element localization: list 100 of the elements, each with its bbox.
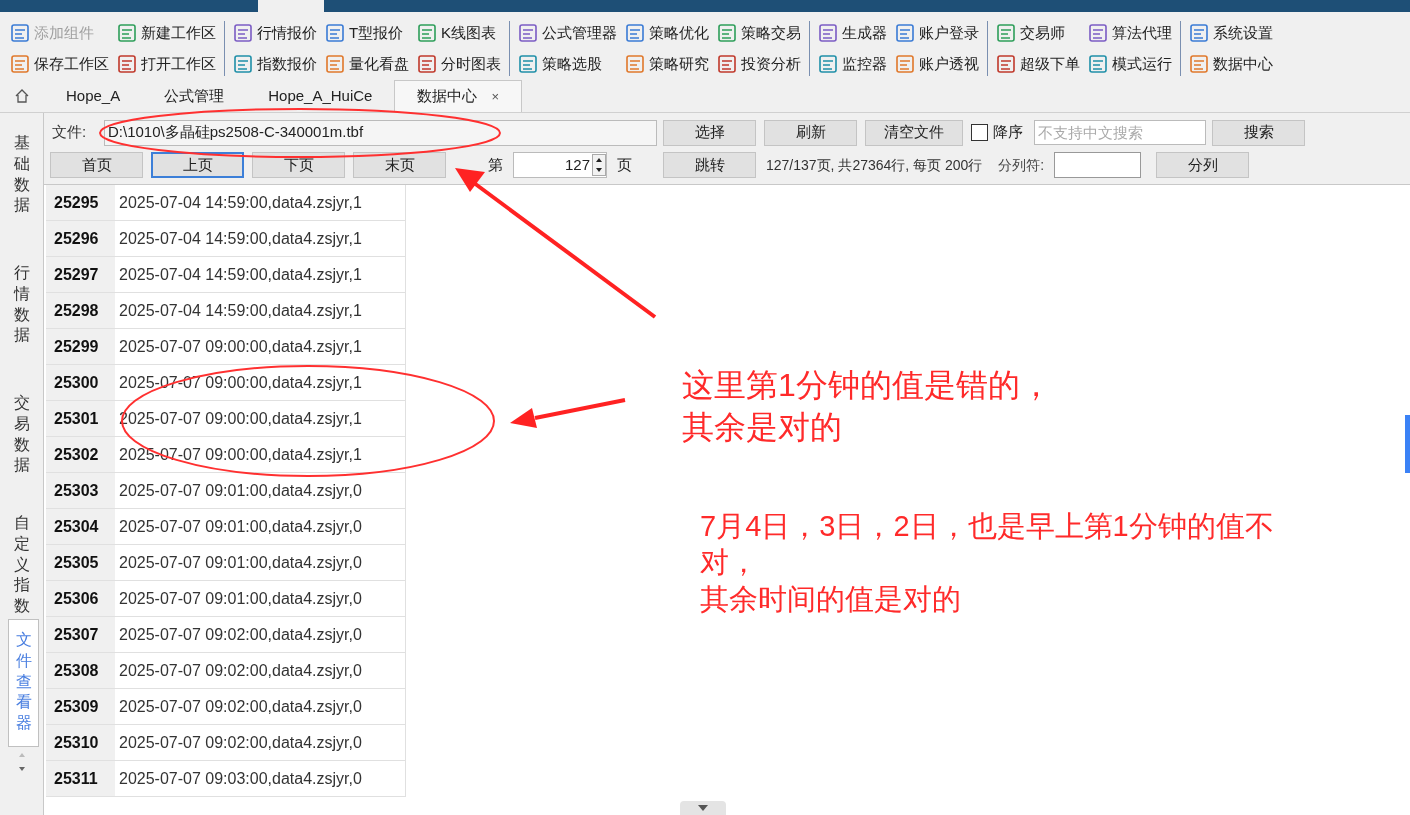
jump-button[interactable]: 跳转 [663, 152, 756, 178]
toolbar-button[interactable]: 系统设置 [1189, 21, 1273, 45]
toolbar-button[interactable]: 交易师 [996, 21, 1080, 45]
table-cell: 2025-07-07 09:02:00,data4.zsjyr,0 [115, 689, 406, 725]
tile-icon [233, 23, 253, 43]
table-cell: 2025-07-07 09:02:00,data4.zsjyr,0 [115, 617, 406, 653]
checkbox[interactable] [971, 124, 988, 141]
tile-icon [717, 23, 737, 43]
toolbar-button[interactable]: 超级下单 [996, 52, 1080, 76]
row-number: 25308 [46, 653, 115, 689]
toolbar-button[interactable]: 清空文件 [865, 119, 963, 146]
table-cell: 2025-07-07 09:01:00,data4.zsjyr,0 [115, 473, 406, 509]
side-tab[interactable]: 交易数据 [0, 383, 43, 503]
toolbar-button[interactable]: 策略优化 [625, 21, 709, 45]
tab-label: 公式管理 [164, 85, 225, 106]
table-cell: 2025-07-07 09:00:00,data4.zsjyr,1 [115, 329, 406, 365]
table-cell: 2025-07-07 09:02:00,data4.zsjyr,0 [115, 653, 406, 689]
tile-icon [717, 54, 737, 74]
split-button[interactable]: 分列 [1156, 152, 1250, 178]
tile-icon [117, 23, 137, 43]
separator-label: 分列符: [998, 155, 1045, 175]
toolbar-button[interactable]: 分时图表 [417, 52, 501, 76]
side-tab[interactable]: 自定义指数 [0, 503, 43, 619]
toolbar-button[interactable]: 策略研究 [625, 52, 709, 76]
file-path-field[interactable]: D:\1010\多晶硅ps2508-C-340001m.tbf [104, 119, 657, 146]
side-tab[interactable]: 基础数据 [0, 123, 43, 253]
tile-icon [895, 54, 915, 74]
separator-field[interactable] [1054, 152, 1142, 178]
page-button[interactable]: 上页 [151, 152, 244, 178]
row-number: 25310 [46, 725, 115, 761]
tile-icon [895, 23, 915, 43]
row-number: 25309 [46, 689, 115, 725]
side-panel-edge [1405, 415, 1410, 473]
toolbar-button[interactable]: K线图表 [417, 21, 501, 45]
search-field[interactable]: 不支持中文搜索 [1034, 120, 1206, 145]
close-button[interactable]: × [491, 86, 500, 107]
search-button[interactable]: 搜索 [1212, 119, 1305, 146]
row-number: 25297 [46, 257, 115, 293]
tile-icon [417, 54, 437, 74]
toolbar-button[interactable]: T型报价 [325, 21, 409, 45]
tab[interactable]: Hope_A [44, 80, 143, 112]
toolbar-button[interactable]: 投资分析 [717, 52, 801, 76]
tile-icon [996, 23, 1016, 43]
row-number: 25301 [46, 401, 115, 437]
row-number: 25305 [46, 545, 115, 581]
page-button[interactable]: 首页 [50, 152, 143, 178]
tile-icon [625, 54, 645, 74]
side-tab[interactable]: 行情数据 [0, 253, 43, 383]
page-info: 127/137页, 共27364行, 每页 200行 [766, 155, 983, 175]
tile-icon [10, 23, 30, 43]
table-cell: 2025-07-04 14:59:00,data4.zsjyr,1 [115, 257, 406, 293]
page-spinner[interactable]: 127 [513, 152, 607, 178]
page-button[interactable]: 下页 [252, 152, 345, 178]
toolbar-button[interactable]: 策略选股 [518, 52, 617, 76]
page-button[interactable]: 末页 [353, 152, 446, 178]
row-number: 25306 [46, 581, 115, 617]
toolbar-button[interactable]: 账户透视 [895, 52, 979, 76]
descending-checkbox[interactable]: 降序 [971, 121, 1023, 144]
toolbar-button[interactable]: 选择 [663, 119, 756, 146]
toolbar-button[interactable]: 数据中心 [1189, 52, 1273, 76]
tab-label: 数据中心 [417, 86, 478, 107]
tile-icon [818, 54, 838, 74]
row-number: 25311 [46, 761, 115, 797]
toolbar-button[interactable]: 模式运行 [1088, 52, 1172, 76]
tab[interactable]: 数据中心 × [394, 80, 523, 112]
toolbar-button[interactable]: 生成器 [818, 21, 887, 45]
row-number: 25302 [46, 437, 115, 473]
toolbar-button[interactable]: 刷新 [764, 119, 857, 146]
tile-icon [1189, 23, 1209, 43]
toolbar-button[interactable]: 算法代理 [1088, 21, 1172, 45]
tab[interactable]: Hope_A_HuiCe [246, 80, 395, 112]
tab-label: Hope_A_HuiCe [268, 85, 373, 106]
toolbar-button[interactable]: 策略交易 [717, 21, 801, 45]
toolbar-button[interactable]: 指数报价 [233, 52, 317, 76]
toolbar-button[interactable]: 账户登录 [895, 21, 979, 45]
tile-icon [325, 23, 345, 43]
side-tab[interactable]: 文件查看器 [8, 619, 39, 747]
toolbar-button[interactable]: 监控器 [818, 52, 887, 76]
table-cell: 2025-07-04 14:59:00,data4.zsjyr,1 [115, 221, 406, 257]
toolbar-button[interactable]: 打开工作区 [117, 52, 216, 76]
toolbar-button[interactable]: 量化看盘 [325, 52, 409, 76]
toolbar-button[interactable]: 行情报价 [233, 21, 317, 45]
collapse-handle[interactable] [680, 801, 726, 815]
tile-icon [1189, 54, 1209, 74]
tile-icon [325, 54, 345, 74]
table-cell: 2025-07-07 09:03:00,data4.zsjyr,0 [115, 761, 406, 797]
row-number: 25296 [46, 221, 115, 257]
tile-icon [1088, 23, 1108, 43]
row-number: 25300 [46, 365, 115, 401]
spin-arrows-icon[interactable] [592, 154, 606, 176]
toolbar-button[interactable]: 公式管理器 [518, 21, 617, 45]
down-caret-icon [698, 805, 708, 811]
tile-icon [1088, 54, 1108, 74]
toolbar-button[interactable]: 保存工作区 [10, 52, 109, 76]
table-cell: 2025-07-07 09:02:00,data4.zsjyr,0 [115, 725, 406, 761]
table-cell: 2025-07-07 09:01:00,data4.zsjyr,0 [115, 509, 406, 545]
row-number: 25295 [46, 185, 115, 221]
scroll-down-icon[interactable] [18, 767, 25, 771]
tab[interactable]: 公式管理 [142, 80, 247, 112]
toolbar-button[interactable]: 新建工作区 [117, 21, 216, 45]
